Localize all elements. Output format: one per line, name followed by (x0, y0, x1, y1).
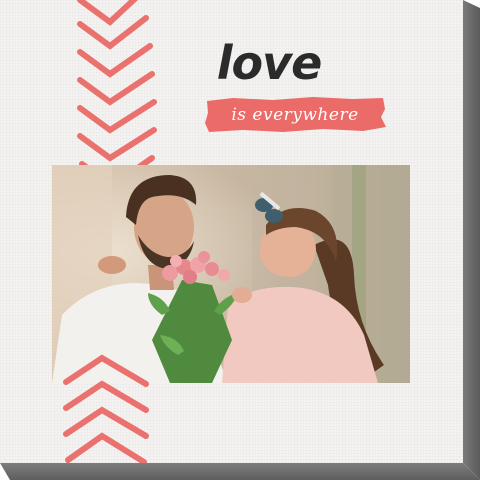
canvas-side-edge (463, 0, 480, 480)
canvas-bottom-edge (0, 463, 480, 480)
subtitle-text: is everywhere (231, 105, 359, 125)
canvas-print: love is everywhere (0, 0, 480, 480)
canvas-face: love is everywhere (0, 0, 463, 463)
subtitle-banner: is everywhere (203, 95, 387, 135)
chevron-pattern-top (77, 0, 157, 190)
love-title: love (216, 36, 323, 90)
couple-photo (52, 165, 410, 383)
couple-with-roses-image (52, 165, 410, 383)
chevron-pattern-bottom (63, 354, 149, 463)
